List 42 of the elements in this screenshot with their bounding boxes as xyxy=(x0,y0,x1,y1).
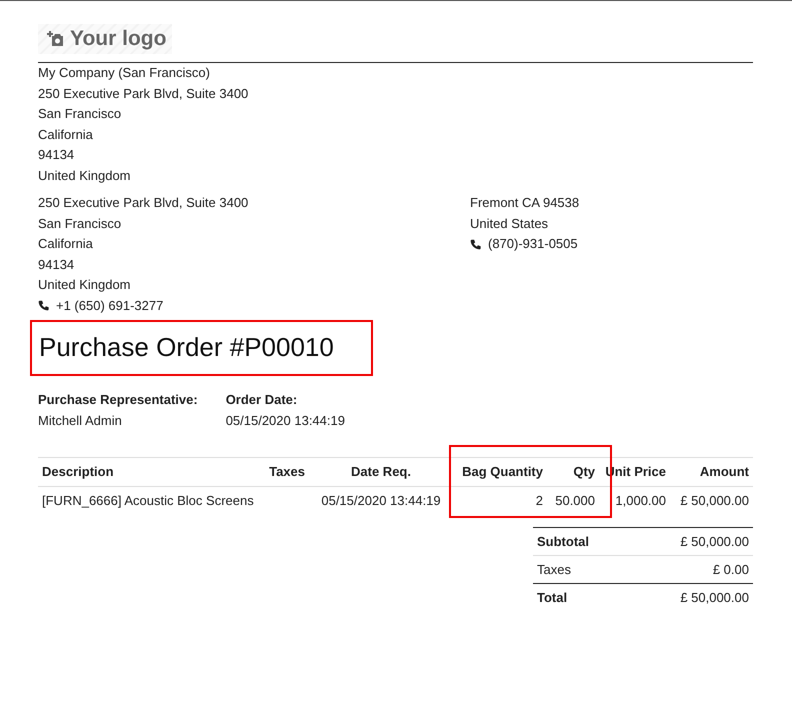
company-address-line: San Francisco xyxy=(38,105,122,123)
total-label: Total xyxy=(537,590,568,604)
phone-icon xyxy=(470,238,481,250)
logo-text: Your logo xyxy=(70,27,166,51)
info-label: Order Date: xyxy=(226,390,298,408)
table-cell-text: 1,000.00 xyxy=(614,493,667,508)
company-address-line: 94134 xyxy=(38,146,76,164)
total-label: Subtotal xyxy=(537,534,589,548)
table-cell-text: [FURN_6666] Acoustic Bloc Screens xyxy=(41,493,255,508)
address-line: United Kingdom xyxy=(38,276,132,294)
total-value: £ 0.00 xyxy=(712,562,749,576)
vendor-address-line: Fremont CA 94538 xyxy=(470,194,580,212)
table-cell-text: 50.000 xyxy=(554,493,596,508)
info-value: 05/15/2020 13:44:19 xyxy=(226,412,345,430)
column-header: Amount xyxy=(698,464,750,479)
total-value: £ 50,000.00 xyxy=(680,534,749,548)
column-header: Description xyxy=(41,464,115,479)
phone-number: +1 (650) 691-3277 xyxy=(56,296,164,315)
column-header: Date Req. xyxy=(350,464,412,479)
company-address-line: 250 Executive Park Blvd, Suite 3400 xyxy=(38,84,250,102)
table-cell-text: 2 xyxy=(534,493,544,508)
phone-icon xyxy=(38,300,49,311)
total-value: £ 50,000.00 xyxy=(680,590,749,604)
phone-number: (870)-931-0505 xyxy=(488,235,578,253)
address-line: California xyxy=(38,235,94,253)
address-line: 250 Executive Park Blvd, Suite 3400 xyxy=(38,194,250,212)
company-address-line: California xyxy=(38,126,94,144)
company-address-line: My Company (San Francisco) xyxy=(38,64,211,82)
table-cell-text: £ 50,000.00 xyxy=(679,493,750,508)
vendor-address-line: United States xyxy=(470,214,550,232)
company-address-line: United Kingdom xyxy=(38,166,132,185)
column-header: Taxes xyxy=(268,464,306,479)
total-label: Taxes xyxy=(537,562,571,576)
column-header: Bag Quantity xyxy=(461,464,544,479)
info-label: Purchase Representative: xyxy=(38,390,198,409)
info-value: Mitchell Admin xyxy=(38,412,123,430)
camera-icon xyxy=(46,31,64,47)
document-title: Purchase Order #P00010 xyxy=(39,332,334,363)
table-cell-text: 05/15/2020 13:44:19 xyxy=(320,493,442,508)
address-line: San Francisco xyxy=(38,214,122,232)
column-header: Qty xyxy=(572,464,596,479)
address-line: 94134 xyxy=(38,256,76,274)
